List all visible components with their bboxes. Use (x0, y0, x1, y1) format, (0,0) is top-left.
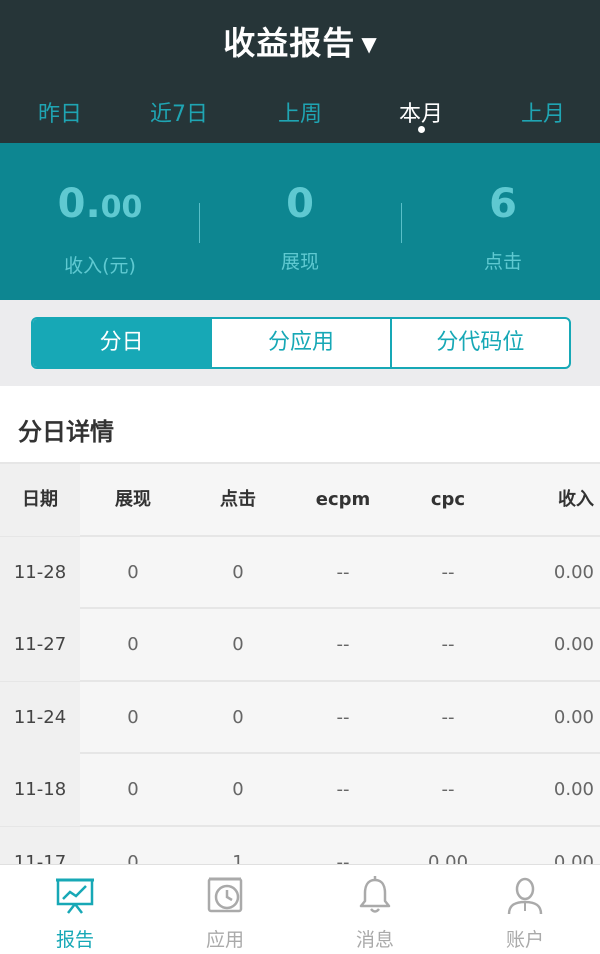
nav-item-report[interactable]: 报告 (0, 865, 150, 954)
column-header-income: 收入 (558, 489, 594, 510)
cell-income: 0.00 (553, 561, 594, 583)
cell-cpc: -- (441, 779, 455, 800)
cell-ecpm: -- (336, 561, 350, 583)
cell-clicks: 0 (232, 561, 244, 583)
period-tabs: 昨日 近7日 上周 本月 上月 (0, 96, 600, 136)
income-value: 0.00 (57, 181, 143, 227)
cell-cpc: -- (441, 634, 455, 655)
stat-income: 0.00 收入(元) (0, 181, 200, 278)
nav-item-apps[interactable]: 应用 (150, 865, 300, 954)
clicks-value: 6 (489, 181, 517, 227)
nav-item-messages[interactable]: 消息 (300, 865, 450, 954)
segment-by-day[interactable]: 分日 (33, 319, 211, 367)
page-title: 收益报告 (223, 24, 356, 62)
report-title-dropdown[interactable]: 收益报告 ▼ (0, 18, 600, 64)
active-tab-indicator (418, 126, 425, 133)
table-row: 11-24 0 0 -- -- 0.00 (0, 681, 600, 754)
tab-last-week[interactable]: 上周 (240, 96, 360, 128)
bell-icon (359, 876, 391, 913)
cell-impressions: 0 (127, 706, 139, 728)
column-header-cpc: cpc (430, 489, 466, 510)
segment-by-app[interactable]: 分应用 (210, 319, 389, 367)
stat-clicks: 6 点击 (403, 181, 600, 274)
column-header-ecpm: ecpm (315, 489, 371, 510)
cell-income: 0.00 (553, 779, 594, 800)
stat-divider (401, 203, 402, 243)
stat-impressions: 0 展现 (200, 181, 400, 274)
cell-date: 11-18 (0, 754, 80, 826)
cell-ecpm: -- (336, 634, 350, 655)
column-header-impressions: 展现 (115, 489, 151, 510)
segment-area: 分日 分应用 分代码位 (0, 300, 600, 386)
user-icon (507, 877, 543, 915)
tab-last-month[interactable]: 上月 (483, 96, 600, 128)
cell-clicks: 0 (232, 634, 244, 655)
tab-this-month-label: 本月 (398, 102, 443, 127)
cell-date: 11-28 (0, 536, 80, 609)
cell-ecpm: -- (336, 779, 350, 800)
tab-last-7-days[interactable]: 近7日 (119, 96, 239, 128)
table-row: 11-28 0 0 -- -- 0.00 (0, 536, 600, 609)
table-row: 11-27 0 0 -- -- 0.00 (0, 609, 600, 682)
cell-income: 0.00 (553, 634, 594, 655)
impressions-value: 0 (286, 181, 314, 227)
nav-label-account: 账户 (505, 929, 544, 951)
cell-cpc: -- (441, 561, 455, 583)
column-header-clicks: 点击 (220, 489, 256, 510)
report-chart-icon (56, 878, 94, 914)
nav-label-messages: 消息 (355, 929, 394, 951)
table-row: 11-18 0 0 -- -- 0.00 (0, 754, 600, 827)
nav-label-apps: 应用 (205, 929, 244, 951)
cell-ecpm: -- (336, 706, 350, 728)
breakdown-segmented-control: 分日 分应用 分代码位 (31, 317, 571, 369)
daily-details-table: 日期 展现 点击 ecpm cpc 收入 11-28 0 0 -- -- 0.0… (0, 464, 600, 899)
app-clock-icon (207, 877, 243, 913)
details-title: 分日详情 (18, 418, 114, 446)
tab-yesterday[interactable]: 昨日 (0, 96, 120, 128)
cell-clicks: 0 (232, 706, 244, 728)
cell-income: 0.00 (553, 706, 594, 728)
segment-by-ad-slot[interactable]: 分代码位 (389, 319, 569, 367)
clicks-label: 点击 (483, 251, 522, 273)
summary-panel: 0.00 收入(元) 0 展现 6 点击 (0, 143, 600, 300)
cell-impressions: 0 (127, 561, 139, 583)
cell-impressions: 0 (127, 779, 139, 800)
cell-clicks: 0 (232, 779, 244, 800)
nav-item-account[interactable]: 账户 (450, 865, 600, 954)
cell-cpc: -- (441, 706, 455, 728)
cell-impressions: 0 (127, 634, 139, 655)
nav-label-report: 报告 (55, 929, 94, 951)
caret-down-icon: ▼ (361, 32, 377, 56)
income-label: 收入(元) (64, 255, 136, 277)
details-section-header: 分日详情 (0, 386, 600, 464)
cell-date: 11-27 (0, 609, 80, 681)
bottom-nav: 报告 应用 消息 账户 (0, 864, 600, 954)
table-header-row: 日期 展现 点击 ecpm cpc 收入 (0, 464, 600, 537)
app-header: 收益报告 ▼ 昨日 近7日 上周 本月 上月 (0, 0, 600, 143)
tab-this-month[interactable]: 本月 (361, 96, 481, 133)
column-header-date: 日期 (0, 464, 80, 536)
cell-date: 11-24 (0, 681, 80, 754)
impressions-label: 展现 (280, 251, 319, 273)
